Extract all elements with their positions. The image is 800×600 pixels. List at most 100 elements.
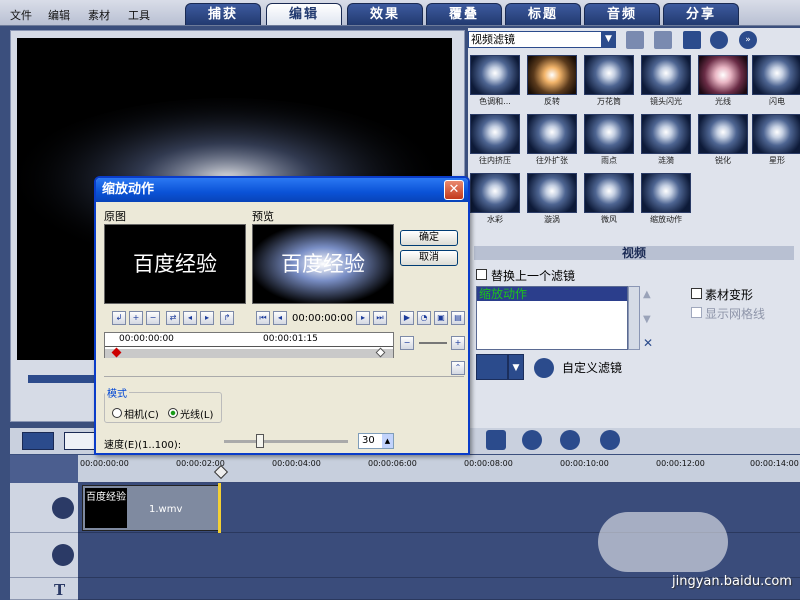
screen-icon[interactable]: ▤ (451, 311, 465, 325)
clip-end-marker[interactable] (218, 483, 221, 533)
dialog-title: 缩放动作 (96, 178, 468, 202)
zoom-out-icon[interactable]: − (400, 336, 414, 350)
keyframe-ruler[interactable]: 00:00:00:00 00:00:01:15 (104, 332, 394, 358)
tab-capture[interactable]: 捕获 (185, 3, 261, 25)
delete-icon[interactable]: ✕ (643, 336, 653, 350)
replace-last-checkbox[interactable] (476, 269, 487, 280)
video-panel-header: 视频 (474, 246, 794, 260)
preview-label: 预览 (252, 210, 274, 223)
filter-thumb[interactable]: 反转 (527, 55, 577, 109)
filter-thumb-image (698, 114, 748, 154)
applied-filter-item[interactable]: 缩放动作 (477, 287, 627, 301)
loop-icon[interactable]: ◔ (417, 311, 431, 325)
film-reel-icon[interactable] (560, 430, 580, 450)
filter-thumb[interactable]: 漩涡 (527, 173, 577, 227)
filter-thumb-image (527, 173, 577, 213)
close-icon[interactable]: ✕ (444, 180, 464, 200)
filter-thumb-image (584, 114, 634, 154)
clip-transform-checkbox[interactable] (691, 288, 702, 299)
list-scrollbar[interactable] (628, 286, 640, 350)
custom-filter-label[interactable]: 自定义滤镜 (562, 359, 622, 376)
filter-preset-button[interactable] (476, 354, 508, 380)
speed-slider-track[interactable] (224, 440, 348, 443)
tab-share[interactable]: 分享 (663, 3, 739, 25)
clock-icon[interactable] (522, 430, 542, 450)
prev-keyframe-icon[interactable]: ◂ (183, 311, 197, 325)
library-icon[interactable] (683, 31, 701, 49)
original-label: 原图 (104, 210, 126, 223)
reverse-icon[interactable]: ⇄ (166, 311, 180, 325)
filter-thumb-image (470, 55, 520, 95)
filter-thumb[interactable]: 雨点 (584, 114, 634, 168)
filter-thumb[interactable]: 水彩 (470, 173, 520, 227)
prev-frame-icon[interactable]: ◂ (273, 311, 287, 325)
remove-keyframe-icon[interactable]: − (146, 311, 160, 325)
filter-thumb[interactable]: 往外扩张 (527, 114, 577, 168)
video-clip[interactable]: 百度经验 1.wmv (82, 485, 220, 531)
show-grid-checkbox[interactable] (691, 307, 702, 318)
filter-thumb[interactable]: 星形 (752, 114, 800, 168)
options-icon[interactable] (710, 31, 728, 49)
storyboard-view-button[interactable] (22, 432, 54, 450)
filter-thumb[interactable]: 锐化 (698, 114, 748, 168)
menu-edit[interactable]: 编辑 (48, 7, 70, 23)
filter-thumb[interactable]: 缩放动作 (641, 173, 691, 227)
move-up-icon[interactable]: ▲ (643, 289, 651, 300)
play-icon[interactable]: ▶ (400, 311, 414, 325)
timeline-ruler[interactable]: 00:00:00:00 00:00:02:00 00:00:04:00 00:0… (78, 455, 800, 483)
first-frame-icon[interactable]: ⏮ (256, 311, 270, 325)
folder-icon[interactable] (626, 31, 644, 49)
speed-slider-thumb[interactable] (256, 434, 264, 448)
cancel-button[interactable]: 取消 (400, 250, 458, 266)
tab-audio[interactable]: 音频 (584, 3, 660, 25)
filter-thumb[interactable]: 光线 (698, 55, 748, 109)
menu-bar: 文件 编辑 素材 工具 捕获 编辑 效果 覆叠 标题 音频 分享 (0, 0, 800, 26)
menu-tools[interactable]: 工具 (128, 7, 150, 23)
menu-clip[interactable]: 素材 (88, 7, 110, 23)
overlay-track-icon (52, 544, 74, 566)
next-frame-icon[interactable]: ▸ (356, 311, 370, 325)
mode-legend: 模式 (107, 389, 127, 400)
overlay-track-header (10, 533, 78, 578)
tab-edit[interactable]: 编辑 (266, 3, 342, 25)
arrow-icon[interactable]: ↲ (112, 311, 126, 325)
import-icon[interactable] (654, 31, 672, 49)
add-keyframe-icon[interactable]: + (129, 311, 143, 325)
timeline-view-button[interactable] (64, 432, 96, 450)
ok-button[interactable]: 确定 (400, 230, 458, 246)
ruler-mid: 00:00:01:15 (263, 334, 318, 344)
zoom-slider[interactable] (419, 342, 447, 344)
filter-thumb-image (641, 114, 691, 154)
expand-icon[interactable]: » (739, 31, 757, 49)
tab-effect[interactable]: 效果 (347, 3, 423, 25)
filter-thumb[interactable]: 涟漪 (641, 114, 691, 168)
redo-icon[interactable]: ↱ (220, 311, 234, 325)
last-frame-icon[interactable]: ⏭ (373, 311, 387, 325)
speed-spinner[interactable]: ▲ (382, 434, 393, 448)
filter-thumb[interactable]: 闪电 (752, 55, 800, 109)
tab-title[interactable]: 标题 (505, 3, 581, 25)
replace-last-label: 替换上一个滤镜 (491, 269, 576, 283)
device-icon[interactable]: ▣ (434, 311, 448, 325)
menu-file[interactable]: 文件 (10, 7, 32, 23)
filter-thumb[interactable]: 微风 (584, 173, 634, 227)
disc-icon[interactable] (600, 430, 620, 450)
move-down-icon[interactable]: ▼ (643, 314, 651, 325)
light-radio[interactable] (168, 408, 178, 418)
filter-thumb[interactable]: 色调和... (470, 55, 520, 109)
applied-filter-list[interactable]: 缩放动作 (476, 286, 628, 350)
chevron-down-icon[interactable]: ▼ (601, 31, 616, 48)
filter-category-select[interactable]: 视频滤镜 (468, 31, 616, 48)
filter-thumb[interactable]: 万花筒 (584, 55, 634, 109)
zoom-in-icon[interactable]: + (451, 336, 465, 350)
filter-thumb[interactable]: 镜头闪光 (641, 55, 691, 109)
camera-radio[interactable] (112, 408, 122, 418)
camera-label: 相机(C) (124, 410, 159, 421)
collapse-icon[interactable]: ⌃ (451, 361, 465, 375)
filter-thumb[interactable]: 往内挤压 (470, 114, 520, 168)
custom-filter-icon[interactable] (534, 358, 554, 378)
next-keyframe-icon[interactable]: ▸ (200, 311, 214, 325)
zoom-icon[interactable] (486, 430, 506, 450)
chevron-down-icon[interactable]: ▼ (508, 354, 524, 380)
tab-overlay[interactable]: 覆叠 (426, 3, 502, 25)
